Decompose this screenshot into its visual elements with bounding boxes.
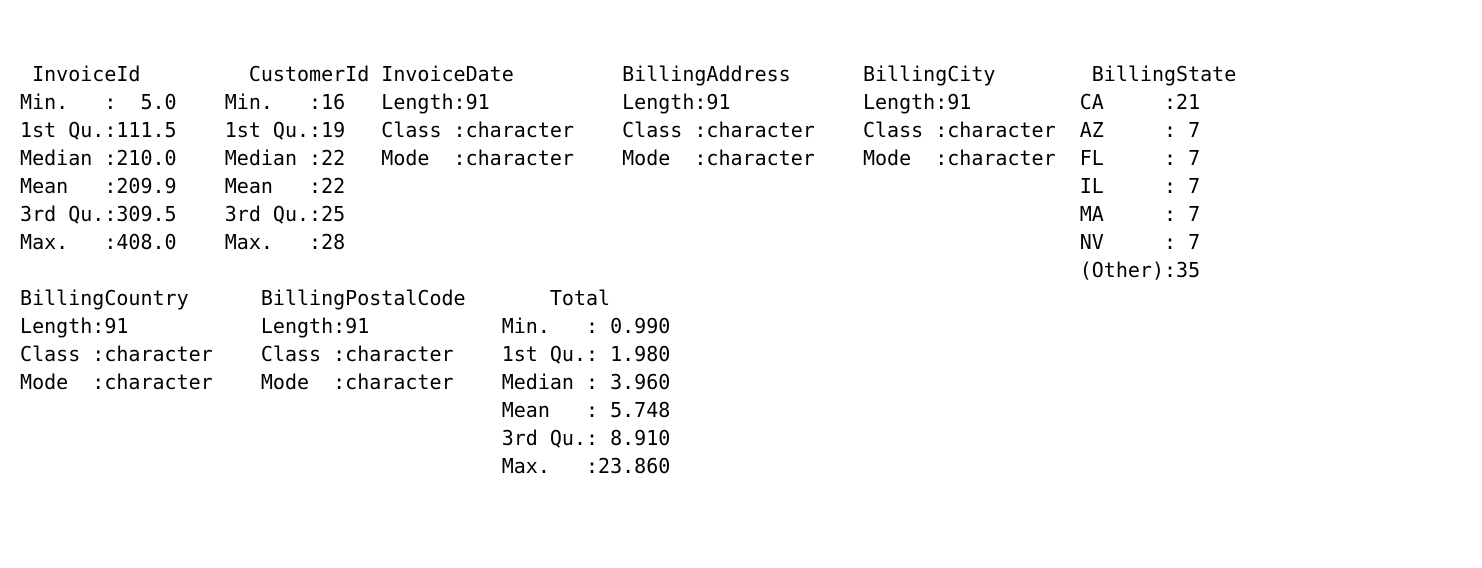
row2-line4: Mean : 5.748 [8,398,682,422]
col-header-billingcity: BillingCity [851,62,1068,86]
row2-line3: Mode :character Mode :character Median :… [8,370,682,394]
row1-line4: Mean :209.9 Mean :22 IL : 7 [8,174,1224,198]
row1-line5: 3rd Qu.:309.5 3rd Qu.:25 MA : 7 [8,202,1224,226]
col-header-total: Total [490,286,683,310]
r-summary-output: InvoiceId CustomerId InvoiceDate Billing… [8,60,1474,480]
row1-line6: Max. :408.0 Max. :28 NV : 7 [8,230,1224,254]
row1-line7: (Other):35 [8,258,1224,282]
col-header-billingaddress: BillingAddress [610,62,827,86]
col-header-invoicedate: InvoiceDate [369,62,586,86]
row2-line6: Max. :23.860 [8,454,682,478]
col-header-customerid: CustomerId [213,62,370,86]
row2-header: BillingCountry BillingPostalCode Total [8,286,682,310]
col-header-billingstate: BillingState [1068,62,1237,86]
row1-line3: Median :210.0 Median :22 Mode :character… [8,146,1224,170]
row1-line2: 1st Qu.:111.5 1st Qu.:19 Class :characte… [8,118,1224,142]
row1-line1: Min. : 5.0 Min. :16 Length:91 Length:91 … [8,90,1224,114]
col-header-billingpostalcode: BillingPostalCode [249,286,466,310]
row2-line2: Class :character Class :character 1st Qu… [8,342,682,366]
row2-line5: 3rd Qu.: 8.910 [8,426,682,450]
row2-line1: Length:91 Length:91 Min. : 0.990 [8,314,682,338]
col-header-invoiceid: InvoiceId [8,62,177,86]
col-header-billingcountry: BillingCountry [8,286,225,310]
row1-header: InvoiceId CustomerId InvoiceDate Billing… [8,62,1236,86]
